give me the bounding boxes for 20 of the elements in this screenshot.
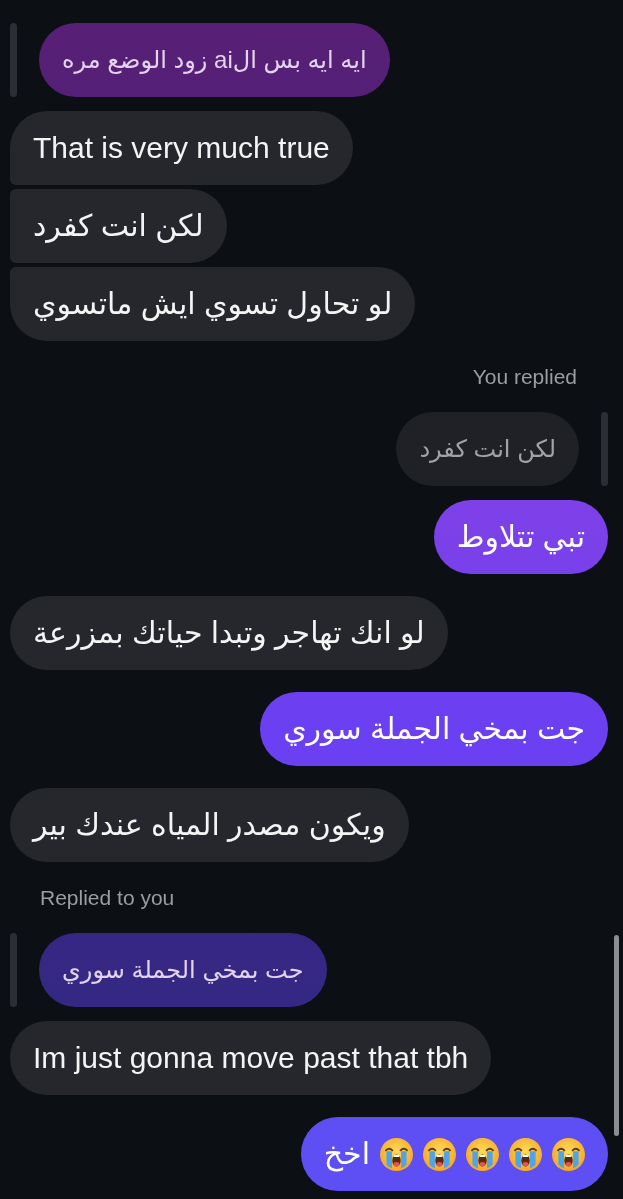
scrollbar-thumb[interactable] <box>614 935 619 1136</box>
quoted-message[interactable]: لكن انت كفرد <box>396 412 579 486</box>
message-bubble: جت بمخي الجملة سوري <box>260 692 608 766</box>
crying-face-icon <box>466 1137 499 1171</box>
crying-face-icon <box>380 1137 413 1171</box>
message-bubble: ويكون مصدر المياه عندك بير <box>10 788 409 862</box>
message-bubble: لكن انت كفرد <box>10 189 227 263</box>
message-bubble: لو انك تهاجر وتبدا حياتك بمزرعة <box>10 596 448 670</box>
reply-label: You replied <box>472 364 578 390</box>
message-text: اخخ <box>323 1136 370 1173</box>
crying-face-icon <box>423 1137 456 1171</box>
message-bubble: Im just gonna move past that tbh <box>10 1021 492 1095</box>
reply-label: Replied to you <box>39 885 175 911</box>
crying-face-icon <box>552 1137 585 1171</box>
quoted-message[interactable]: ايه ايه بس الai زود الوضع مره <box>39 23 390 97</box>
message-bubble: لو تحاول تسوي ايش ماتسوي <box>10 267 416 341</box>
quoted-message[interactable]: جت بمخي الجملة سوري <box>39 933 327 1007</box>
crying-face-icon <box>509 1137 542 1171</box>
message-bubble: تبي تتلاوط <box>433 500 608 574</box>
message-bubble: That is very much true <box>10 111 353 185</box>
